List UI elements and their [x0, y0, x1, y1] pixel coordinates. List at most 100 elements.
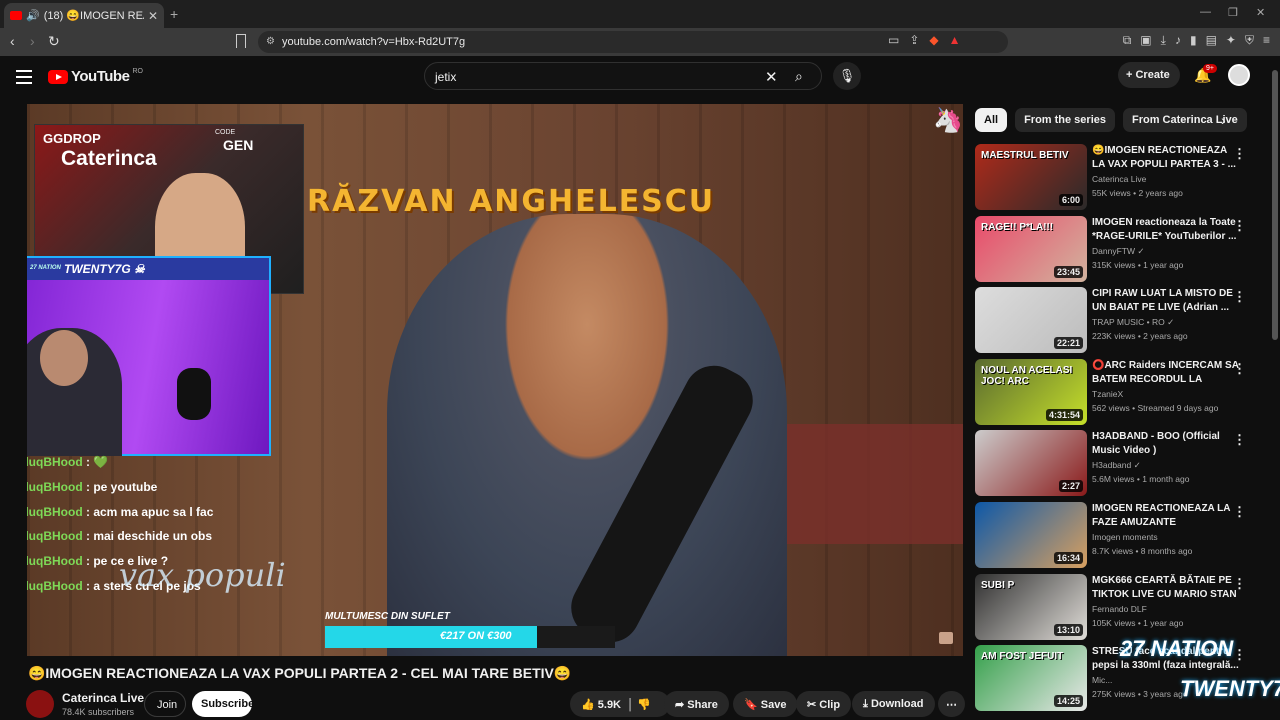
chat-line: RaduqBHood : acm ma apuc sa l fac — [27, 504, 214, 519]
thumbnail-text: AM FOST JEFUIT — [981, 651, 1064, 663]
recommendation-thumbnail[interactable]: NOUL AN ACELASI JOC! ARC 4:31:54 — [975, 358, 1087, 425]
video-player[interactable]: RĂZVAN ANGHELESCU GGDROP Caterinca CODE … — [27, 104, 963, 656]
more-actions-icon[interactable]: ⋯ — [938, 691, 965, 717]
close-tab-icon[interactable]: ✕ — [148, 9, 158, 23]
media-icon[interactable]: ♪ — [1175, 33, 1181, 48]
channel-avatar[interactable] — [26, 690, 54, 718]
speaker-icon[interactable]: 🔊 — [26, 9, 40, 22]
channel-name[interactable]: Caterinca Live — [62, 691, 144, 705]
search-icon[interactable]: ⌕ — [795, 68, 803, 85]
downloads-icon[interactable]: ⤓ — [1161, 33, 1166, 48]
more-options-icon[interactable]: ⋮ — [1233, 289, 1246, 305]
voice-search-icon[interactable]: 🎙 — [833, 62, 861, 90]
more-options-icon[interactable]: ⋮ — [1233, 218, 1246, 234]
site-info-icon[interactable]: ⚙ — [266, 36, 275, 47]
skull-icon: ☠ — [134, 262, 145, 276]
menu-icon[interactable]: ≡ — [1263, 33, 1270, 48]
join-button[interactable]: Join — [144, 691, 186, 717]
back-icon[interactable]: ‹ — [10, 33, 15, 49]
recommendation-thumbnail[interactable]: SUBI P 13:10 — [975, 573, 1087, 640]
captions-icon[interactable] — [939, 632, 953, 644]
recommendation-title[interactable]: ⭕ARC Raiders INCERCAM SA BATEM RECORDUL … — [1092, 359, 1242, 387]
brave-shield-icon[interactable]: ◆ — [929, 33, 938, 47]
screen-icon[interactable]: ▭ — [888, 33, 899, 47]
vpn-icon[interactable]: ⛨ — [1245, 33, 1254, 48]
more-options-icon[interactable]: ⋮ — [1233, 432, 1246, 448]
recommendation-item[interactable]: 22:21 CIPI RAW LUAT LA MISTO DE UN BAIAT … — [975, 287, 1267, 354]
more-options-icon[interactable]: ⋮ — [1233, 361, 1246, 377]
recommendation-channel[interactable]: Caterinca Live — [1092, 174, 1146, 184]
recommendation-thumbnail[interactable]: 16:34 — [975, 502, 1087, 568]
recommendation-thumbnail[interactable]: RAGE!! P*LA!!! 23:45 — [975, 215, 1087, 282]
chip-from-channel[interactable]: From Caterinca Live — [1122, 108, 1247, 132]
recommendation-thumbnail[interactable]: MAESTRUL BETIV 6:00 — [975, 144, 1087, 210]
bookmark-icon[interactable] — [236, 34, 246, 48]
channel-watermark: 27 NATION — [1120, 636, 1234, 661]
subscribe-button[interactable]: Subscribe — [192, 691, 254, 717]
like-icon[interactable]: 👍 — [581, 699, 595, 711]
download-button[interactable]: ⤓ Download — [852, 691, 935, 717]
recommendation-item[interactable]: SUBI P 13:10 MGK666 CEARTĂ BĂTAIE PE TIKTO… — [975, 573, 1267, 640]
recommendation-channel[interactable]: Mic... — [1092, 675, 1112, 685]
recommendation-item[interactable]: NOUL AN ACELASI JOC! ARC 4:31:54 ⭕ARC Raid… — [975, 358, 1267, 425]
recommendation-channel[interactable]: TzanieX — [1092, 389, 1123, 399]
recommendation-title[interactable]: H3ADBAND - BOO (Official Music Video ) — [1092, 430, 1242, 458]
recommendation-title[interactable]: IMOGEN REACTIONEAZA LA FAZE AMUZANTE — [1092, 502, 1242, 530]
recommendation-thumbnail[interactable]: 2:27 — [975, 430, 1087, 497]
recommendation-channel[interactable]: Fernando DLF — [1092, 604, 1147, 614]
chevron-right-icon[interactable]: › — [1221, 112, 1226, 128]
minimize-icon[interactable]: — — [1200, 6, 1211, 18]
browser-tab[interactable]: 🔊 (18) 😄IMOGEN REACTIONEAZ ✕ — [4, 3, 164, 28]
like-dislike-button[interactable]: 👍 5.9K │ 👎 — [570, 691, 670, 717]
recommendation-item[interactable]: RAGE!! P*LA!!! 23:45 IMOGEN reactioneaza l… — [975, 215, 1267, 282]
recommendation-thumbnail[interactable]: AM FOST JEFUIT 14:25 — [975, 645, 1087, 712]
forward-icon[interactable]: › — [30, 33, 35, 49]
page-scrollbar[interactable] — [1272, 70, 1278, 340]
recommendation-item[interactable]: 2:27 H3ADBAND - BOO (Official Music Video… — [975, 430, 1267, 497]
recommendation-thumbnail[interactable]: 22:21 — [975, 287, 1087, 354]
streamer-cam-2: 27 NATION TWENTY7G ☠ — [27, 256, 271, 456]
close-window-icon[interactable]: ✕ — [1256, 6, 1265, 19]
recommendation-channel[interactable]: H3adband ✓ — [1092, 460, 1141, 471]
wallet-icon[interactable]: ▤ — [1206, 33, 1217, 48]
maximize-icon[interactable]: ❐ — [1228, 6, 1238, 19]
chip-all[interactable]: All — [975, 108, 1008, 132]
more-options-icon[interactable]: ⋮ — [1233, 504, 1246, 520]
recommendation-title[interactable]: CIPI RAW LUAT LA MISTO DE UN BAIAT PE LI… — [1092, 287, 1242, 315]
search-box[interactable]: jetix ✕ ⌕ — [424, 62, 822, 90]
more-options-icon[interactable]: ⋮ — [1233, 146, 1246, 162]
rewards-icon[interactable]: ▲ — [949, 33, 961, 47]
more-options-icon[interactable]: ⋮ — [1233, 576, 1246, 592]
sidebar-icon[interactable]: ▮ — [1190, 33, 1197, 48]
recommendation-channel[interactable]: DannyFTW ✓ — [1092, 246, 1144, 257]
video-duration: 22:21 — [1053, 337, 1083, 350]
recommendation-channel[interactable]: Imogen moments — [1092, 532, 1158, 542]
recommendation-channel[interactable]: TRAP MUSIC • RO ✓ — [1092, 317, 1174, 328]
create-button[interactable]: + Create — [1118, 62, 1180, 88]
guide-menu-icon[interactable] — [16, 70, 32, 88]
tab-search-icon[interactable]: ▣ — [1140, 33, 1151, 48]
recommendation-title[interactable]: 😄IMOGEN REACTIONEAZA LA VAX POPULI PARTE… — [1092, 144, 1242, 172]
search-input[interactable]: jetix — [435, 70, 456, 84]
logo-text: YouTube — [71, 68, 130, 85]
recommendation-title[interactable]: IMOGEN reactioneaza la Toate *RAGE-URILE… — [1092, 216, 1242, 244]
new-tab-button[interactable]: + — [170, 6, 178, 22]
account-avatar[interactable] — [1228, 64, 1250, 86]
cam1-brand: GGDROP — [43, 131, 101, 146]
more-options-icon[interactable]: ⋮ — [1233, 647, 1246, 663]
save-button[interactable]: 🔖 Save — [733, 691, 798, 717]
chip-from-series[interactable]: From the series — [1015, 108, 1115, 132]
recommendation-meta: 8.7K views • 8 months ago — [1092, 546, 1193, 556]
recommendation-item[interactable]: MAESTRUL BETIV 6:00 😄IMOGEN REACTIONEAZA L… — [975, 144, 1267, 210]
reload-icon[interactable]: ↻ — [48, 33, 60, 50]
recommendation-item[interactable]: 16:34 IMOGEN REACTIONEAZA LA FAZE AMUZANT… — [975, 502, 1267, 568]
dislike-icon[interactable]: 👎 — [637, 699, 651, 711]
extensions-icon[interactable]: ⧉ — [1123, 33, 1132, 48]
clear-search-icon[interactable]: ✕ — [765, 68, 778, 86]
clip-button[interactable]: ✂ Clip — [796, 691, 852, 717]
leo-icon[interactable]: ✦ — [1226, 33, 1236, 48]
recommendation-title[interactable]: MGK666 CEARTĂ BĂTAIE PE TIKTOK LIVE CU M… — [1092, 574, 1242, 602]
share-page-icon[interactable]: ⇪ — [909, 33, 919, 47]
youtube-logo[interactable]: YouTube RO — [48, 68, 143, 85]
share-button[interactable]: ➦ Share — [664, 691, 729, 717]
